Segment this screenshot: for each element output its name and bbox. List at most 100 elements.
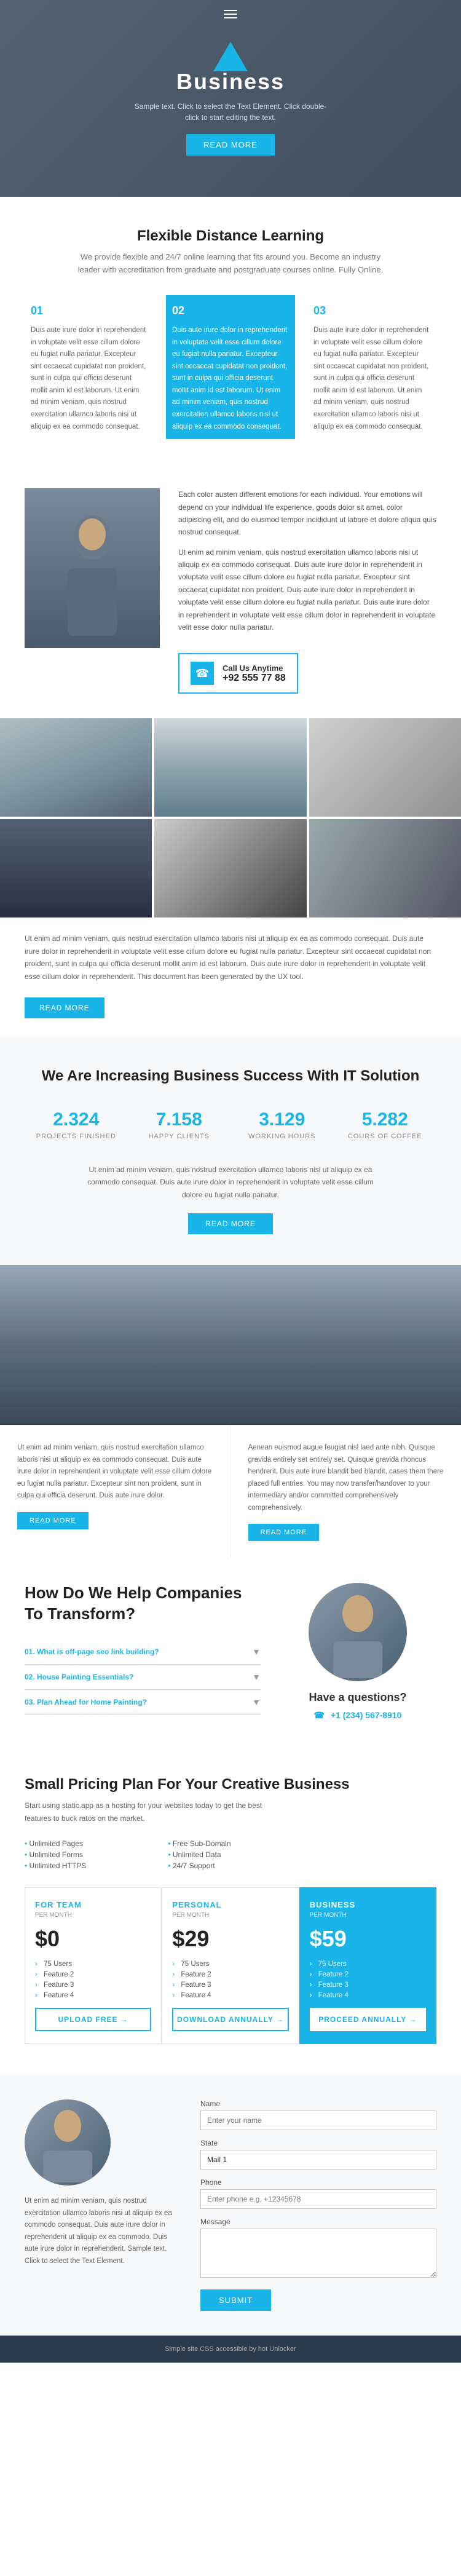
help-left: How Do We Help Companies To Transform? 0… (25, 1583, 261, 1721)
learning-col-3: 03 Duis aute irure dolor in reprehenderi… (307, 295, 436, 440)
article-left-read-more[interactable]: READ MORE (17, 1512, 89, 1529)
big-image-section (0, 1265, 461, 1425)
plan3-features: 75 Users Feature 2 Feature 3 Feature 4 (310, 1960, 426, 1999)
stat3-label: WORKING HOURS (230, 1133, 334, 1140)
stat-clients: 7.158 HAPPY CLIENTS (128, 1103, 231, 1146)
article-left: Ut enim ad minim veniam, quis nostrud ex… (0, 1425, 231, 1558)
pricing-features-col3 (312, 1839, 436, 1873)
help-right: Have a questions? ☎ +1 (234) 567-8910 (279, 1583, 436, 1721)
pricing-intro: Start using static.app as a hosting for … (25, 1799, 270, 1825)
name-label: Name (200, 2099, 436, 2108)
article-right-read-more[interactable]: READ MORE (248, 1524, 320, 1541)
pricing-features-col2: Free Sub-Domain Unlimited Data 24/7 Supp… (168, 1839, 293, 1873)
faq-question-3[interactable]: 03. Plan Ahead for Home Painting? ▼ (25, 1697, 261, 1707)
plan1-name: For Team (35, 1900, 151, 1909)
gallery-item-3 (309, 718, 461, 817)
help-section: How Do We Help Companies To Transform? 0… (0, 1558, 461, 1745)
plan1-feature4: Feature 4 (35, 1992, 151, 1999)
have-questions-block: Have a questions? ☎ +1 (234) 567-8910 (309, 1691, 406, 1721)
feature-item: Unlimited Pages (25, 1839, 149, 1848)
pricing-card-team: For Team PER MONTH $0 75 Users Feature 2… (25, 1887, 162, 2044)
plan2-per-month: PER MONTH (172, 1912, 288, 1919)
plan2-button[interactable]: Download Annually → (172, 2008, 288, 2031)
contact-person-photo (25, 2099, 111, 2186)
pricing-features-col1: Unlimited Pages Unlimited Forms Unlimite… (25, 1839, 149, 1873)
phone-group: Phone (200, 2178, 436, 2209)
stat4-label: COURS OF COFFEE (334, 1133, 437, 1140)
col1-number: 01 (31, 301, 148, 320)
phone-input[interactable] (200, 2189, 436, 2209)
message-group: Message (200, 2217, 436, 2281)
stat-projects: 2.324 PROJECTS FINISHED (25, 1103, 128, 1146)
stat3-number: 3.129 (230, 1109, 334, 1130)
stats-row: 2.324 PROJECTS FINISHED 7.158 HAPPY CLIE… (25, 1103, 436, 1146)
contact-section: Ut enim ad minim veniam, quis nostrud ex… (0, 2075, 461, 2336)
plan2-feature2: Feature 2 (172, 1971, 288, 1978)
pricing-cards: For Team PER MONTH $0 75 Users Feature 2… (25, 1887, 436, 2044)
pricing-card-business: Business PER MONTH $59 75 Users Feature … (299, 1887, 436, 2044)
hero-cta-button[interactable]: READ MORE (186, 134, 275, 156)
article-left-text: Ut enim ad minim veniam, quis nostrud ex… (17, 1442, 213, 1502)
learning-subtitle: We provide flexible and 24/7 online lear… (71, 251, 390, 277)
help-person-photo (309, 1583, 407, 1681)
plan2-price: $29 (172, 1926, 288, 1952)
phone-icon: ☎ (191, 662, 214, 685)
plan1-per-month: PER MONTH (35, 1912, 151, 1919)
hamburger-menu[interactable] (224, 10, 237, 18)
plan1-feature2: Feature 2 (35, 1971, 151, 1978)
gallery-read-more-button[interactable]: READ MORE (25, 997, 104, 1018)
phone-label: Phone (200, 2178, 436, 2187)
gallery-item-5 (154, 819, 306, 917)
name-input[interactable] (200, 2110, 436, 2130)
help-title: How Do We Help Companies To Transform? (25, 1583, 261, 1625)
help-phone: ☎ +1 (234) 567-8910 (309, 1710, 406, 1721)
plan2-features: 75 Users Feature 2 Feature 3 Feature 4 (172, 1960, 288, 1999)
pricing-card-personal: Personal PER MONTH $29 75 Users Feature … (162, 1887, 299, 2044)
stats-description: Ut enim ad minim veniam, quis nostrud ex… (77, 1163, 384, 1201)
learning-col-2: 02 Duis aute irure dolor in reprehenderi… (166, 295, 295, 440)
stat1-label: PROJECTS FINISHED (25, 1133, 128, 1140)
faq-item-3: 03. Plan Ahead for Home Painting? ▼ (25, 1690, 261, 1715)
faq1-chevron: ▼ (252, 1647, 261, 1657)
logo-text: Business (176, 69, 285, 95)
hero-section: Business Sample text. Click to select th… (0, 0, 461, 197)
learning-col-1: 01 Duis aute irure dolor in reprehenderi… (25, 295, 154, 440)
state-label: State (200, 2139, 436, 2147)
faq-question-1[interactable]: 01. What is off-page seo link building? … (25, 1647, 261, 1657)
about-para1: Each color austen different emotions for… (178, 488, 436, 539)
col2-number: 02 (172, 301, 289, 320)
hero-logo: Business (176, 42, 285, 95)
pricing-section: Small Pricing Plan For Your Creative Bus… (0, 1745, 461, 2075)
plan1-feature1: 75 Users (35, 1960, 151, 1968)
stats-read-more-button[interactable]: READ MORE (188, 1213, 273, 1234)
plan1-feature3: Feature 3 (35, 1981, 151, 1989)
cta-phone-text: Call Us Anytime +92 555 77 88 (223, 664, 286, 684)
gallery-item-2 (154, 718, 306, 817)
faq3-chevron: ▼ (252, 1697, 261, 1707)
plan3-feature2: Feature 2 (310, 1971, 426, 1978)
stats-section: We Are Increasing Business Success With … (0, 1037, 461, 1265)
gallery-grid (0, 718, 461, 917)
contact-left: Ut enim ad minim veniam, quis nostrud ex… (25, 2099, 182, 2311)
state-group: State Mail 1 Mail 2 Mail 3 (200, 2139, 436, 2170)
hero-tagline: Sample text. Click to select the Text El… (132, 101, 329, 123)
state-select[interactable]: Mail 1 Mail 2 Mail 3 (200, 2150, 436, 2170)
plan3-button[interactable]: Proceed Annually → (310, 2008, 426, 2031)
about-section: Each color austen different emotions for… (0, 464, 461, 718)
name-group: Name (200, 2099, 436, 2130)
feature-item: Free Sub-Domain (168, 1839, 293, 1848)
plan1-button[interactable]: Upload Free → (35, 2008, 151, 2031)
cta-phone-block: ☎ Call Us Anytime +92 555 77 88 (178, 653, 298, 694)
stats-title: We Are Increasing Business Success With … (25, 1068, 436, 1085)
plan1-price: $0 (35, 1926, 151, 1952)
cta-label: Call Us Anytime (223, 664, 286, 673)
submit-button[interactable]: SUBMIT (200, 2289, 271, 2311)
faq-question-2[interactable]: 02. House Painting Essentials? ▼ (25, 1672, 261, 1682)
pricing-title: Small Pricing Plan For Your Creative Bus… (25, 1776, 436, 1793)
faq-item-1: 01. What is off-page seo link building? … (25, 1639, 261, 1665)
stat4-number: 5.282 (334, 1109, 437, 1130)
about-para2: Ut enim ad minim veniam, quis nostrud ex… (178, 546, 436, 634)
faq-item-2: 02. House Painting Essentials? ▼ (25, 1665, 261, 1690)
faq2-text: 02. House Painting Essentials? (25, 1673, 133, 1681)
message-textarea[interactable] (200, 2229, 436, 2278)
